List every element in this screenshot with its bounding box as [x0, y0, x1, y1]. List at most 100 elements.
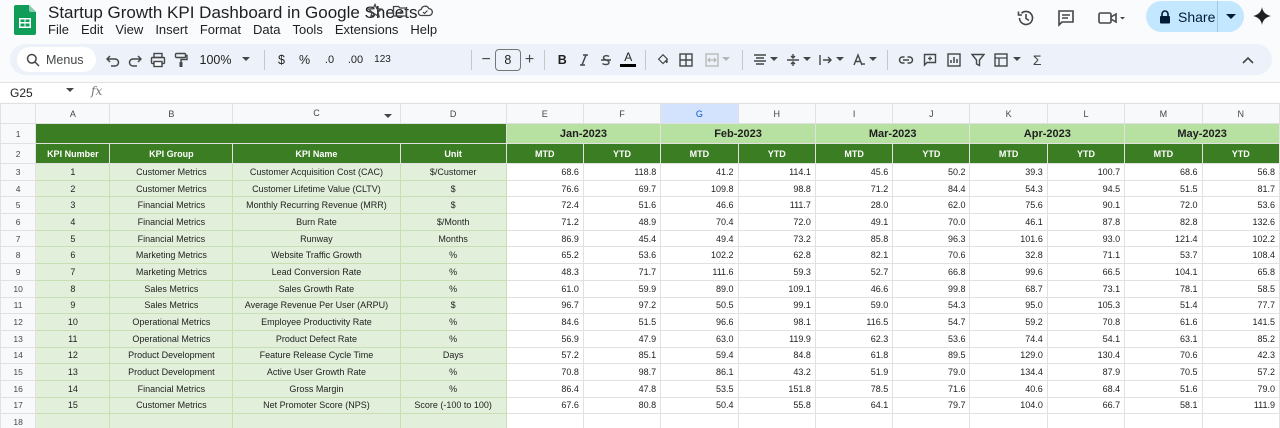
borders-icon[interactable] [674, 48, 698, 72]
unit-cell[interactable]: $ [399, 196, 507, 215]
empty-cell[interactable] [232, 413, 401, 428]
share-dropdown-icon[interactable] [1218, 13, 1244, 20]
row-header[interactable]: 16 [0, 379, 37, 398]
mtd-value-cell[interactable]: 70.4 [660, 213, 739, 231]
ytd-value-cell[interactable]: 62.8 [737, 246, 816, 265]
unit-header[interactable]: Unit [399, 143, 507, 164]
empty-cell[interactable] [35, 413, 111, 428]
mtd-header[interactable]: MTD [969, 143, 1048, 164]
mtd-value-cell[interactable]: 46.6 [660, 196, 739, 215]
gemini-sparkle-icon[interactable] [1253, 7, 1271, 25]
ytd-value-cell[interactable]: 43.2 [737, 363, 816, 381]
unit-cell[interactable]: % [399, 313, 507, 331]
ytd-value-cell[interactable]: 72.0 [737, 213, 816, 231]
increase-decimal-button[interactable]: .00 [343, 48, 369, 72]
ytd-value-cell[interactable]: 71.6 [892, 379, 971, 398]
kpi-group-cell[interactable]: Financial Metrics [109, 196, 234, 215]
row-header[interactable]: 14 [0, 346, 37, 365]
kpi-group-cell[interactable]: Product Development [109, 346, 234, 365]
kpi-group-cell[interactable]: Financial Metrics [109, 379, 234, 398]
ytd-value-cell[interactable]: 66.5 [1046, 263, 1126, 281]
kpi-name-cell[interactable]: Employee Productivity Rate [232, 313, 401, 331]
mtd-value-cell[interactable]: 68.6 [505, 163, 584, 181]
ytd-value-cell[interactable]: 58.5 [1201, 279, 1280, 298]
ytd-value-cell[interactable]: 54.3 [892, 296, 971, 315]
ytd-value-cell[interactable]: 97.2 [582, 296, 662, 315]
collapse-toolbar-icon[interactable] [1238, 48, 1258, 72]
mtd-value-cell[interactable]: 61.8 [814, 346, 894, 365]
unit-cell[interactable]: % [399, 246, 507, 265]
ytd-value-cell[interactable]: 130.4 [1046, 346, 1126, 365]
column-header-h[interactable]: H [737, 103, 816, 124]
column-header-c[interactable]: C [232, 103, 401, 124]
mtd-value-cell[interactable]: 70.6 [1124, 346, 1203, 365]
month-header[interactable]: Apr-2023 [969, 123, 1126, 144]
ytd-value-cell[interactable]: 100.7 [1046, 163, 1126, 181]
ytd-value-cell[interactable]: 42.3 [1201, 346, 1280, 365]
mtd-value-cell[interactable]: 40.6 [969, 379, 1048, 398]
ytd-value-cell[interactable]: 73.1 [1046, 279, 1126, 298]
month-header[interactable]: Mar-2023 [814, 123, 971, 144]
mtd-value-cell[interactable]: 68.6 [1124, 163, 1203, 181]
row-header[interactable]: 12 [0, 313, 37, 331]
mtd-value-cell[interactable]: 48.3 [505, 263, 584, 281]
meet-video-icon[interactable] [1094, 6, 1130, 30]
mtd-value-cell[interactable]: 78.5 [814, 379, 894, 398]
mtd-value-cell[interactable]: 76.6 [505, 179, 584, 198]
ytd-value-cell[interactable]: 105.3 [1046, 296, 1126, 315]
mtd-value-cell[interactable]: 67.6 [505, 396, 584, 415]
empty-cell[interactable] [1046, 413, 1126, 428]
unit-cell[interactable]: $ [399, 296, 507, 315]
column-header-a[interactable]: A [35, 103, 111, 124]
unit-cell[interactable]: % [399, 329, 507, 348]
kpi-name-cell[interactable]: Product Defect Rate [232, 329, 401, 348]
empty-cell[interactable] [892, 413, 971, 428]
menu-file[interactable]: File [48, 22, 75, 38]
mtd-value-cell[interactable]: 59.4 [660, 346, 739, 365]
kpi-number-cell[interactable]: 1 [35, 163, 111, 181]
empty-cell[interactable] [1201, 413, 1280, 428]
kpi-name-cell[interactable]: Feature Release Cycle Time [232, 346, 401, 365]
text-wrapping-icon[interactable] [815, 48, 848, 72]
bold-button[interactable]: B [551, 48, 573, 72]
column-header-f[interactable]: F [582, 103, 662, 124]
paint-format-icon[interactable] [170, 48, 192, 72]
vertical-align-icon[interactable] [782, 48, 815, 72]
ytd-value-cell[interactable]: 77.7 [1201, 296, 1280, 315]
unit-cell[interactable]: $/Customer [399, 163, 507, 181]
decrease-font-size-button[interactable]: − [478, 48, 495, 72]
ytd-value-cell[interactable]: 80.8 [582, 396, 662, 415]
row-header[interactable]: 3 [0, 163, 37, 181]
kpi-group-cell[interactable]: Operational Metrics [109, 313, 234, 331]
ytd-header[interactable]: YTD [892, 143, 971, 164]
mtd-value-cell[interactable]: 134.4 [969, 363, 1048, 381]
mtd-value-cell[interactable]: 51.9 [814, 363, 894, 381]
ytd-header[interactable]: YTD [1046, 143, 1126, 164]
mtd-value-cell[interactable]: 102.2 [660, 246, 739, 265]
ytd-value-cell[interactable]: 114.1 [737, 163, 816, 181]
unit-cell[interactable]: $/Month [399, 213, 507, 231]
sheet-grid[interactable]: A B C D E F G H I J K L M N 1 Jan-2023 F… [0, 103, 1280, 428]
kpi-number-cell[interactable]: 15 [35, 396, 111, 415]
mtd-value-cell[interactable]: 54.3 [969, 179, 1048, 198]
ytd-value-cell[interactable]: 111.7 [737, 196, 816, 215]
mtd-value-cell[interactable]: 51.4 [1124, 296, 1203, 315]
ytd-value-cell[interactable]: 84.8 [737, 346, 816, 365]
kpi-group-cell[interactable]: Marketing Metrics [109, 246, 234, 265]
text-color-button[interactable]: A [617, 48, 639, 72]
mtd-value-cell[interactable]: 72.4 [505, 196, 584, 215]
comments-icon[interactable] [1054, 6, 1078, 30]
ytd-value-cell[interactable]: 57.2 [1201, 363, 1280, 381]
mtd-header[interactable]: MTD [1124, 143, 1203, 164]
decrease-decimal-button[interactable]: .0 [317, 48, 343, 72]
share-button[interactable]: Share [1146, 1, 1244, 32]
cloud-status-icon[interactable] [417, 3, 433, 19]
month-header[interactable]: Jan-2023 [505, 123, 662, 144]
empty-cell[interactable] [399, 413, 507, 428]
text-rotation-icon[interactable] [848, 48, 881, 72]
select-all-corner[interactable] [0, 103, 37, 124]
mtd-value-cell[interactable]: 32.8 [969, 246, 1048, 265]
kpi-name-cell[interactable]: Net Promoter Score (NPS) [232, 396, 401, 415]
ytd-value-cell[interactable]: 99.8 [892, 279, 971, 298]
mtd-value-cell[interactable]: 109.8 [660, 179, 739, 198]
